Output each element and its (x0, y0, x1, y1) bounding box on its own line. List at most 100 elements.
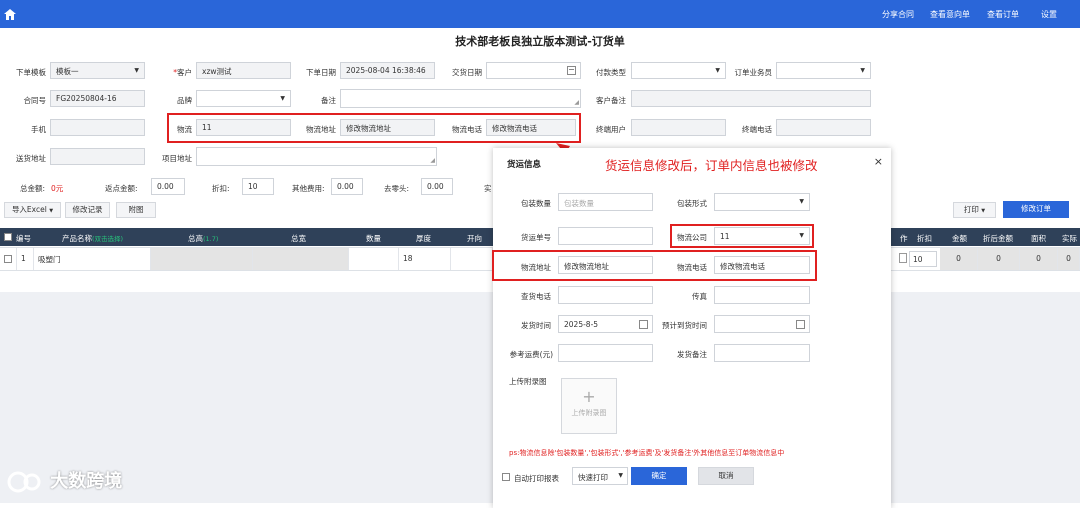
contract-label: 合同号 (23, 96, 47, 105)
pack-qty-input[interactable]: 包装数量 (558, 193, 653, 211)
row-product[interactable]: 吸塑门 (34, 248, 151, 270)
delivery-date-label: 交货日期 (452, 68, 482, 77)
row-open[interactable] (451, 248, 493, 270)
view-intent-link[interactable]: 查看意向单 (930, 9, 970, 20)
row-discount-field[interactable]: 10 (909, 251, 937, 267)
modal-title: 货运信息 (507, 160, 542, 170)
row-thickness[interactable]: 18 (399, 248, 451, 270)
shipping-info-modal: 货运信息 × 包装数量 包装数量 包装形式 ▼ 货运单号 物流公司 11 ▼ 物流… (493, 148, 891, 508)
other-fee-field[interactable]: 0.00 (331, 178, 363, 195)
ps-note: ps:物流信息除'包装数量','包装形式','参考运费'及'发货备注'外其他信息… (509, 449, 785, 457)
ship-remark-input[interactable] (714, 344, 810, 362)
auto-print-checkbox[interactable] (502, 473, 510, 481)
row-area: 0 (1020, 248, 1058, 270)
col-actual: 实际 (1062, 234, 1077, 243)
salesman-label: 订单业务员 (734, 68, 773, 77)
check-phone-label: 查货电话 (521, 292, 551, 301)
page-title: 技术部老板良独立版本测试-订货单 (455, 35, 625, 48)
close-icon[interactable]: × (874, 155, 883, 168)
calendar-icon[interactable] (567, 66, 576, 75)
import-excel-button[interactable]: 导入Excel ▼ (4, 202, 61, 218)
col-thickness: 厚度 (416, 234, 431, 243)
end-user-field[interactable] (631, 119, 726, 136)
discount-field[interactable]: 10 (242, 178, 274, 195)
chevron-down-icon: ▼ (618, 472, 623, 479)
print-mode-select[interactable]: 快速打印 ▼ (572, 467, 628, 485)
modify-order-button[interactable]: 修改订单 (1003, 201, 1069, 218)
template-select[interactable]: 模板一 ▼ (50, 62, 145, 79)
chevron-down-icon: ▼ (860, 67, 865, 74)
customer-remark-field[interactable] (631, 90, 871, 107)
view-orders-link[interactable]: 查看订单 (987, 9, 1019, 20)
contract-field[interactable]: FG20250804-16 (50, 90, 145, 107)
resize-handle-icon[interactable]: ◢ (574, 99, 579, 106)
ship-no-label: 货运单号 (521, 233, 551, 242)
ship-address-field[interactable] (50, 148, 145, 165)
brand-label: 品牌 (177, 96, 192, 105)
payment-type-select[interactable]: ▼ (631, 62, 726, 79)
round-off-field[interactable]: 0.00 (421, 178, 453, 195)
order-date-field[interactable]: 2025-08-04 16:38:46 (340, 62, 435, 79)
phone-field[interactable] (50, 119, 145, 136)
col-open: 开向 (467, 234, 482, 243)
pack-qty-label: 包装数量 (521, 199, 551, 208)
row-actual: 0 (1058, 248, 1080, 270)
ship-time-input[interactable]: 2025-8-5 (558, 315, 653, 333)
highlight-box (492, 250, 817, 281)
total-value: 0元 (51, 184, 64, 193)
col-width: 总宽 (291, 234, 306, 243)
delivery-date-field[interactable] (486, 62, 581, 79)
col-after-discount: 折后金额 (983, 234, 1013, 243)
row-qty[interactable] (349, 248, 399, 270)
end-user-label: 终端用户 (596, 125, 626, 134)
customer-label: *客户 (173, 68, 192, 77)
template-label: 下单模板 (16, 68, 46, 77)
upload-label: 上传附录图 (509, 377, 547, 386)
print-button[interactable]: 打印 ▼ (953, 202, 996, 218)
project-address-textarea[interactable]: ◢ (196, 147, 437, 166)
pack-form-select[interactable]: ▼ (714, 193, 810, 211)
chevron-down-icon: ▼ (981, 208, 986, 214)
pack-form-label: 包装形式 (677, 199, 707, 208)
check-phone-input[interactable] (558, 286, 653, 304)
file-icon[interactable] (899, 253, 907, 263)
brand-select[interactable]: ▼ (196, 90, 291, 107)
home-icon[interactable] (4, 9, 16, 20)
share-contract-link[interactable]: 分享合同 (882, 9, 914, 20)
row-checkbox[interactable] (4, 255, 12, 263)
order-date-label: 下单日期 (306, 68, 336, 77)
row-height[interactable] (151, 248, 253, 270)
eta-input[interactable] (714, 315, 810, 333)
rebate-field[interactable]: 0.00 (151, 178, 185, 195)
col-height: 总高(1.7) (188, 234, 219, 243)
watermark: 大数跨境 (6, 467, 122, 494)
col-amount: 金额 (952, 234, 967, 243)
calendar-icon[interactable] (796, 320, 805, 329)
col-discount: 折扣 (917, 234, 932, 243)
select-all-checkbox[interactable] (4, 233, 12, 241)
cancel-button[interactable]: 取消 (698, 467, 754, 485)
ship-no-input[interactable] (558, 227, 653, 245)
attachment-button[interactable]: 附图 (116, 202, 156, 218)
salesman-select[interactable]: ▼ (776, 62, 871, 79)
top-bar: 分享合同 查看意向单 查看订单 设置 (0, 0, 1080, 28)
chevron-down-icon: ▼ (715, 67, 720, 74)
ship-address-label: 送货地址 (16, 154, 46, 163)
project-address-label: 项目地址 (162, 154, 192, 163)
calendar-icon[interactable] (639, 320, 648, 329)
chevron-down-icon: ▼ (49, 208, 54, 214)
settings-link[interactable]: 设置 (1041, 9, 1057, 20)
upload-box[interactable]: + 上传附录图 (561, 378, 617, 434)
row-width[interactable] (253, 248, 349, 270)
fee-input[interactable] (558, 344, 653, 362)
fax-input[interactable] (714, 286, 810, 304)
remark-textarea[interactable]: ◢ (340, 89, 581, 108)
customer-field[interactable]: xzw测试 (196, 62, 291, 79)
history-button[interactable]: 修改记录 (65, 202, 110, 218)
end-phone-field[interactable] (776, 119, 871, 136)
highlight-box (670, 224, 814, 248)
total-label: 总金额: (20, 184, 46, 193)
chevron-down-icon: ▼ (799, 198, 804, 205)
resize-handle-icon[interactable]: ◢ (430, 157, 435, 164)
ok-button[interactable]: 确定 (631, 467, 687, 485)
